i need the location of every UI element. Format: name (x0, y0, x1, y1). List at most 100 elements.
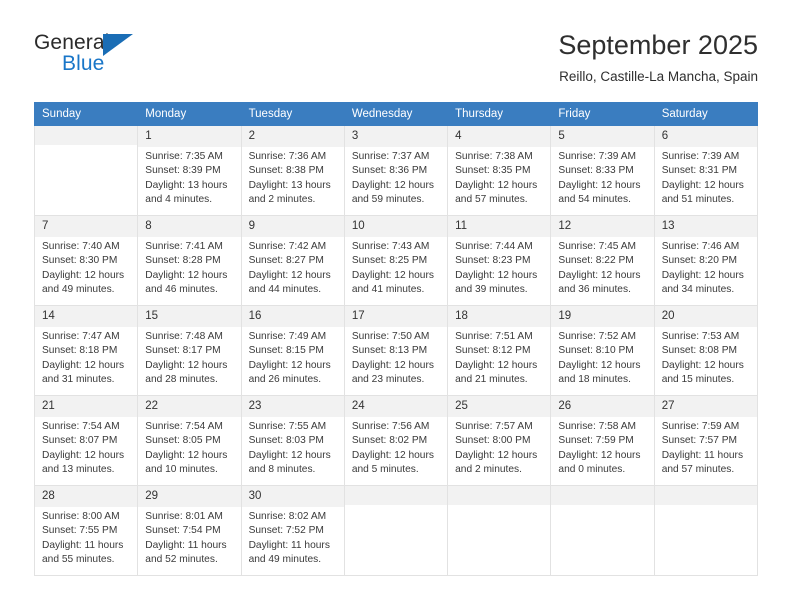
day-number (344, 486, 448, 506)
calendar-day-cell[interactable]: 5 Sunrise: 7:39 AM Sunset: 8:33 PM Daylight… (550, 125, 655, 217)
sunset-text: Sunset: 8:22 PM (558, 255, 634, 267)
general-blue-logo[interactable]: General Blue (34, 28, 154, 76)
sunrise-text: Sunrise: 8:02 AM (248, 510, 327, 522)
calendar-day-cell[interactable]: 18 Sunrise: 7:51 AM Sunset: 8:12 PM Dayligh… (447, 305, 552, 397)
calendar-day-cell[interactable]: 15 Sunrise: 7:48 AM Sunset: 8:17 PM Dayligh… (137, 305, 242, 397)
calendar-day-cell[interactable]: 2 Sunrise: 7:36 AM Sunset: 8:38 PM Daylight… (240, 125, 345, 217)
calendar-day-cell[interactable]: 24 Sunrise: 7:56 AM Sunset: 8:02 PM Dayligh… (343, 395, 449, 487)
calendar-header-row: Sunday Monday Tuesday Wednesday Thursday… (33, 102, 759, 127)
day-number: 15 (138, 306, 241, 327)
daylight-text-line2: and 36 minutes. (558, 284, 631, 296)
sunrise-text: Sunrise: 7:53 AM (661, 330, 740, 342)
sunrise-text: Sunrise: 7:41 AM (145, 240, 223, 252)
calendar-day-cell[interactable]: 28 Sunrise: 8:00 AM Sunset: 7:55 PM Dayligh… (33, 485, 139, 577)
calendar-day-cell[interactable]: 27 Sunrise: 7:59 AM Sunset: 7:57 PM Dayligh… (653, 395, 759, 487)
daylight-text-line1: Daylight: 12 hours (248, 359, 331, 371)
calendar-day-cell[interactable]: 12 Sunrise: 7:45 AM Sunset: 8:22 PM Dayligh… (550, 215, 655, 307)
day-sun-info: Sunrise: 7:39 AM Sunset: 8:31 PM Daylight:… (655, 147, 757, 208)
title-block: September 2025 Reillo, Castille-La Manch… (558, 28, 758, 85)
calendar-day-cell[interactable]: 29 Sunrise: 8:01 AM Sunset: 7:54 PM Dayligh… (137, 485, 242, 577)
day-number (35, 126, 138, 146)
day-sun-info: Sunrise: 7:43 AM Sunset: 8:25 PM Daylight:… (345, 237, 447, 298)
daylight-text-line2: and 26 minutes. (248, 374, 322, 386)
daylight-text-line1: Daylight: 12 hours (145, 359, 228, 371)
day-sun-info: Sunrise: 7:41 AM Sunset: 8:28 PM Daylight:… (138, 237, 240, 298)
sunset-text: Sunset: 8:39 PM (145, 165, 221, 177)
day-sun-info: Sunrise: 7:56 AM Sunset: 8:02 PM Daylight:… (345, 417, 447, 478)
calendar-day-cell[interactable]: 1 Sunrise: 7:35 AM Sunset: 8:39 PM Daylight… (137, 125, 242, 217)
day-sun-info: Sunrise: 8:02 AM Sunset: 7:52 PM Daylight:… (242, 507, 344, 568)
calendar-day-cell[interactable]: 26 Sunrise: 7:58 AM Sunset: 7:59 PM Dayligh… (550, 395, 655, 487)
weekday-header-monday: Monday (137, 102, 242, 127)
day-sun-info: Sunrise: 7:59 AM Sunset: 7:57 PM Daylight:… (655, 417, 757, 478)
sunset-text: Sunset: 8:12 PM (455, 345, 531, 357)
daylight-text-line1: Daylight: 12 hours (145, 449, 228, 461)
calendar-day-cell[interactable]: 16 Sunrise: 7:49 AM Sunset: 8:15 PM Dayligh… (240, 305, 345, 397)
sunrise-text: Sunrise: 7:51 AM (455, 330, 533, 342)
daylight-text-line2: and 5 minutes. (351, 464, 419, 476)
calendar-day-cell[interactable]: 21 Sunrise: 7:54 AM Sunset: 8:07 PM Dayligh… (33, 395, 139, 487)
sunrise-text: Sunrise: 7:56 AM (351, 420, 430, 432)
calendar-day-cell[interactable]: 25 Sunrise: 7:57 AM Sunset: 8:00 PM Dayligh… (447, 395, 552, 487)
day-number: 27 (654, 396, 757, 417)
day-number: 22 (138, 396, 241, 417)
day-sun-info: Sunrise: 7:47 AM Sunset: 8:18 PM Daylight:… (35, 327, 137, 388)
day-sun-info: Sunrise: 7:52 AM Sunset: 8:10 PM Daylight:… (551, 327, 653, 388)
weekday-header-thursday: Thursday (447, 102, 552, 127)
daylight-text-line2: and 41 minutes. (351, 284, 425, 296)
day-sun-info: Sunrise: 7:54 AM Sunset: 8:05 PM Daylight:… (138, 417, 240, 478)
day-number: 13 (654, 216, 757, 237)
sunset-text: Sunset: 8:20 PM (661, 255, 738, 267)
day-number: 11 (448, 216, 551, 237)
calendar-day-cell[interactable]: 3 Sunrise: 7:37 AM Sunset: 8:36 PM Daylight… (343, 125, 449, 217)
day-number: 30 (241, 486, 344, 507)
calendar-day-cell[interactable]: 30 Sunrise: 8:02 AM Sunset: 7:52 PM Dayligh… (240, 485, 345, 577)
calendar-day-cell[interactable]: 11 Sunrise: 7:44 AM Sunset: 8:23 PM Dayligh… (447, 215, 552, 307)
daylight-text-line2: and 2 minutes. (248, 194, 316, 206)
sunset-text: Sunset: 8:28 PM (145, 255, 221, 267)
calendar-day-cell[interactable]: 20 Sunrise: 7:53 AM Sunset: 8:08 PM Dayligh… (653, 305, 759, 397)
daylight-text-line1: Daylight: 12 hours (558, 359, 641, 371)
calendar-day-cell[interactable]: 19 Sunrise: 7:52 AM Sunset: 8:10 PM Dayligh… (550, 305, 655, 397)
calendar-day-cell[interactable]: 10 Sunrise: 7:43 AM Sunset: 8:25 PM Dayligh… (343, 215, 449, 307)
daylight-text-line1: Daylight: 12 hours (351, 359, 434, 371)
calendar-day-cell[interactable]: 22 Sunrise: 7:54 AM Sunset: 8:05 PM Dayligh… (137, 395, 242, 487)
sunset-text: Sunset: 8:07 PM (42, 435, 118, 447)
daylight-text-line2: and 8 minutes. (248, 464, 316, 476)
day-number (448, 486, 551, 506)
calendar-day-cell[interactable]: 9 Sunrise: 7:42 AM Sunset: 8:27 PM Daylight… (240, 215, 345, 307)
sunrise-text: Sunrise: 7:42 AM (248, 240, 327, 252)
logo-text-blue: Blue (62, 52, 105, 75)
daylight-text-line1: Daylight: 11 hours (42, 539, 124, 551)
daylight-text-line2: and 57 minutes. (455, 194, 528, 206)
logo-text-general: General (34, 31, 110, 54)
calendar-week-row: 1 Sunrise: 7:35 AM Sunset: 8:39 PM Daylight… (33, 125, 759, 217)
sunset-text: Sunset: 8:15 PM (248, 345, 324, 357)
sunrise-text: Sunrise: 7:52 AM (558, 330, 636, 342)
daylight-text-line2: and 34 minutes. (661, 284, 735, 296)
weekday-header-wednesday: Wednesday (343, 102, 449, 127)
daylight-text-line1: Daylight: 12 hours (351, 179, 434, 191)
calendar-day-cell[interactable]: 17 Sunrise: 7:50 AM Sunset: 8:13 PM Dayligh… (343, 305, 449, 397)
sunset-text: Sunset: 8:30 PM (42, 255, 118, 267)
sunset-text: Sunset: 8:25 PM (351, 255, 428, 267)
calendar-day-cell[interactable]: 13 Sunrise: 7:46 AM Sunset: 8:20 PM Dayligh… (653, 215, 759, 307)
calendar-week-row: 7 Sunrise: 7:40 AM Sunset: 8:30 PM Daylight… (33, 215, 759, 307)
page-header: General Blue September 2025 Reillo, Cast… (0, 0, 792, 85)
calendar-day-cell[interactable]: 14 Sunrise: 7:47 AM Sunset: 8:18 PM Dayligh… (33, 305, 139, 397)
weekday-header-tuesday: Tuesday (240, 102, 345, 127)
daylight-text-line1: Daylight: 12 hours (455, 179, 538, 191)
calendar-day-cell[interactable]: 6 Sunrise: 7:39 AM Sunset: 8:31 PM Daylight… (653, 125, 759, 217)
calendar-day-cell[interactable]: 7 Sunrise: 7:40 AM Sunset: 8:30 PM Daylight… (33, 215, 139, 307)
weekday-header-saturday: Saturday (653, 102, 759, 127)
calendar-day-cell[interactable]: 4 Sunrise: 7:38 AM Sunset: 8:35 PM Daylight… (447, 125, 552, 217)
daylight-text-line1: Daylight: 12 hours (455, 359, 538, 371)
calendar-day-cell[interactable]: 23 Sunrise: 7:55 AM Sunset: 8:03 PM Dayligh… (240, 395, 345, 487)
sunrise-text: Sunrise: 7:35 AM (145, 150, 223, 162)
daylight-text-line2: and 4 minutes. (145, 194, 213, 206)
day-number: 5 (551, 126, 654, 147)
sunset-text: Sunset: 8:38 PM (248, 165, 324, 177)
calendar-week-row: 28 Sunrise: 8:00 AM Sunset: 7:55 PM Dayligh… (33, 485, 759, 577)
daylight-text-line2: and 51 minutes. (661, 194, 735, 206)
calendar-day-cell[interactable]: 8 Sunrise: 7:41 AM Sunset: 8:28 PM Daylight… (137, 215, 242, 307)
